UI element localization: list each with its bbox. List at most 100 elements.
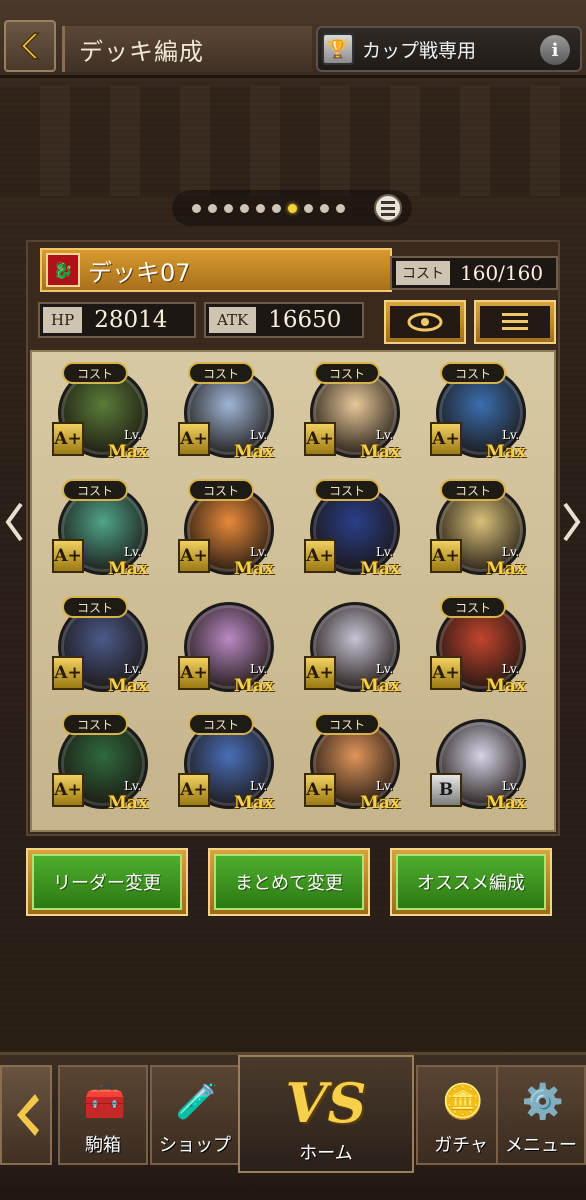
nav-gacha-label: ガチャ bbox=[434, 1135, 488, 1156]
unit-level-label: Lv. bbox=[124, 662, 142, 676]
unit-rank-badge: A+ bbox=[430, 422, 462, 456]
page-dot[interactable] bbox=[208, 203, 217, 213]
unit-rank-badge: A+ bbox=[430, 656, 462, 690]
sort-button[interactable] bbox=[474, 300, 556, 344]
chevron-left-icon bbox=[17, 1094, 39, 1136]
unit-cost-tag: コスト bbox=[188, 713, 254, 735]
unit-rank-badge: A+ bbox=[178, 539, 210, 573]
unit-slot[interactable]: コスト A+ Lv. Max bbox=[40, 358, 160, 468]
unit-level-label: Lv. bbox=[502, 662, 520, 676]
page-dot[interactable] bbox=[192, 203, 201, 213]
unit-slot[interactable]: コスト A+ Lv. Max bbox=[166, 358, 286, 468]
unit-slot[interactable]: A+ Lv. Max bbox=[292, 592, 412, 702]
nav-storage[interactable]: 🧰 駒箱 bbox=[58, 1065, 148, 1165]
info-icon[interactable]: i bbox=[540, 35, 570, 65]
page-dot[interactable] bbox=[272, 203, 281, 213]
unit-rank-badge: A+ bbox=[178, 656, 210, 690]
unit-cost-tag: コスト bbox=[188, 362, 254, 384]
deck-panel: 🐉 デッキ07 コスト 160/160 HP 28014 ATK 16650 コ… bbox=[26, 240, 560, 836]
gear-icon: ⚙️ bbox=[521, 1082, 565, 1122]
unit-rank-badge: A+ bbox=[304, 773, 336, 807]
page-dot[interactable] bbox=[304, 203, 313, 213]
cost-label: コスト bbox=[396, 261, 450, 285]
nav-storage-label: 駒箱 bbox=[85, 1135, 121, 1156]
unit-level-value: Max bbox=[108, 793, 148, 813]
deck-page-indicator bbox=[172, 190, 412, 226]
unit-slot[interactable]: コスト A+ Lv. Max bbox=[40, 592, 160, 702]
unit-slot[interactable]: B Lv. Max bbox=[418, 709, 538, 819]
deck-list-icon[interactable] bbox=[374, 194, 402, 222]
unit-cost-tag: コスト bbox=[62, 362, 128, 384]
nav-gacha[interactable]: 🪙 ガチャ bbox=[416, 1065, 506, 1165]
unit-cost-tag: コスト bbox=[440, 362, 506, 384]
leader-change-label: リーダー変更 bbox=[32, 854, 182, 910]
unit-level-label: Lv. bbox=[376, 428, 394, 442]
nav-home[interactable]: VS ホーム bbox=[238, 1055, 414, 1173]
unit-cost-tag: コスト bbox=[314, 362, 380, 384]
recommended-label: オススメ編成 bbox=[396, 854, 546, 910]
unit-slot[interactable]: コスト A+ Lv. Max bbox=[40, 475, 160, 585]
unit-level-label: Lv. bbox=[376, 779, 394, 793]
unit-level-label: Lv. bbox=[502, 545, 520, 559]
prev-deck-arrow[interactable] bbox=[2, 494, 28, 550]
hp-value: 28014 bbox=[94, 307, 168, 333]
unit-level-label: Lv. bbox=[502, 428, 520, 442]
unit-cost-tag: コスト bbox=[440, 596, 506, 618]
leader-change-button[interactable]: リーダー変更 bbox=[26, 848, 188, 916]
unit-slot[interactable]: コスト A+ Lv. Max bbox=[166, 709, 286, 819]
unit-level-value: Max bbox=[234, 442, 274, 462]
unit-cost-tag: コスト bbox=[440, 479, 506, 501]
unit-level-value: Max bbox=[486, 793, 526, 813]
list-icon bbox=[480, 306, 550, 338]
unit-slot[interactable]: コスト A+ Lv. Max bbox=[40, 709, 160, 819]
nav-menu[interactable]: ⚙️ メニュー bbox=[496, 1065, 586, 1165]
cup-mode-toggle[interactable]: 🏆 カップ戦専用 i bbox=[316, 26, 582, 72]
unit-slot[interactable]: コスト A+ Lv. Max bbox=[418, 592, 538, 702]
unit-level-value: Max bbox=[360, 442, 400, 462]
bulk-change-button[interactable]: まとめて変更 bbox=[208, 848, 370, 916]
page-dot[interactable] bbox=[320, 203, 329, 213]
unit-level-value: Max bbox=[360, 793, 400, 813]
unit-slot[interactable]: A+ Lv. Max bbox=[166, 592, 286, 702]
dragon-flag-icon: 🐉 bbox=[46, 253, 80, 287]
unit-level-label: Lv. bbox=[124, 428, 142, 442]
page-dot[interactable] bbox=[336, 203, 345, 213]
back-button[interactable] bbox=[4, 20, 56, 72]
unit-rank-badge: A+ bbox=[430, 539, 462, 573]
unit-slot[interactable]: コスト A+ Lv. Max bbox=[166, 475, 286, 585]
nav-back-button[interactable] bbox=[0, 1065, 52, 1165]
unit-level-value: Max bbox=[108, 559, 148, 579]
atk-stat: ATK 16650 bbox=[204, 302, 364, 338]
unit-level-value: Max bbox=[360, 559, 400, 579]
bulk-change-label: まとめて変更 bbox=[214, 854, 364, 910]
nav-shop-label: ショップ bbox=[159, 1135, 231, 1156]
unit-level-value: Max bbox=[486, 559, 526, 579]
atk-value: 16650 bbox=[268, 307, 342, 333]
deck-name-bar[interactable]: 🐉 デッキ07 bbox=[40, 248, 392, 292]
deck-cost: コスト 160/160 bbox=[390, 256, 558, 290]
page-dot[interactable] bbox=[240, 203, 249, 213]
recommended-button[interactable]: オススメ編成 bbox=[390, 848, 552, 916]
shop-bottle-icon: 🧪 bbox=[175, 1082, 219, 1122]
nav-shop[interactable]: 🧪 ショップ bbox=[150, 1065, 240, 1165]
unit-rank-badge: A+ bbox=[52, 539, 84, 573]
next-deck-arrow[interactable] bbox=[558, 494, 584, 550]
unit-slot[interactable]: コスト A+ Lv. Max bbox=[418, 475, 538, 585]
hp-stat: HP 28014 bbox=[38, 302, 196, 338]
page-dot[interactable] bbox=[256, 203, 265, 213]
unit-slot[interactable]: コスト A+ Lv. Max bbox=[418, 358, 538, 468]
unit-level-label: Lv. bbox=[250, 662, 268, 676]
page-dot-active[interactable] bbox=[288, 203, 297, 213]
nav-home-label: ホーム bbox=[299, 1143, 353, 1164]
unit-slot[interactable]: コスト A+ Lv. Max bbox=[292, 475, 412, 585]
hp-label: HP bbox=[43, 307, 83, 333]
unit-slot[interactable]: コスト A+ Lv. Max bbox=[292, 358, 412, 468]
unit-rank-badge: A+ bbox=[304, 422, 336, 456]
unit-cost-tag: コスト bbox=[62, 479, 128, 501]
unit-rank-badge: A+ bbox=[178, 773, 210, 807]
coins-icon: 🪙 bbox=[441, 1082, 485, 1122]
unit-level-label: Lv. bbox=[250, 779, 268, 793]
preview-button[interactable] bbox=[384, 300, 466, 344]
unit-slot[interactable]: コスト A+ Lv. Max bbox=[292, 709, 412, 819]
page-dot[interactable] bbox=[224, 203, 233, 213]
